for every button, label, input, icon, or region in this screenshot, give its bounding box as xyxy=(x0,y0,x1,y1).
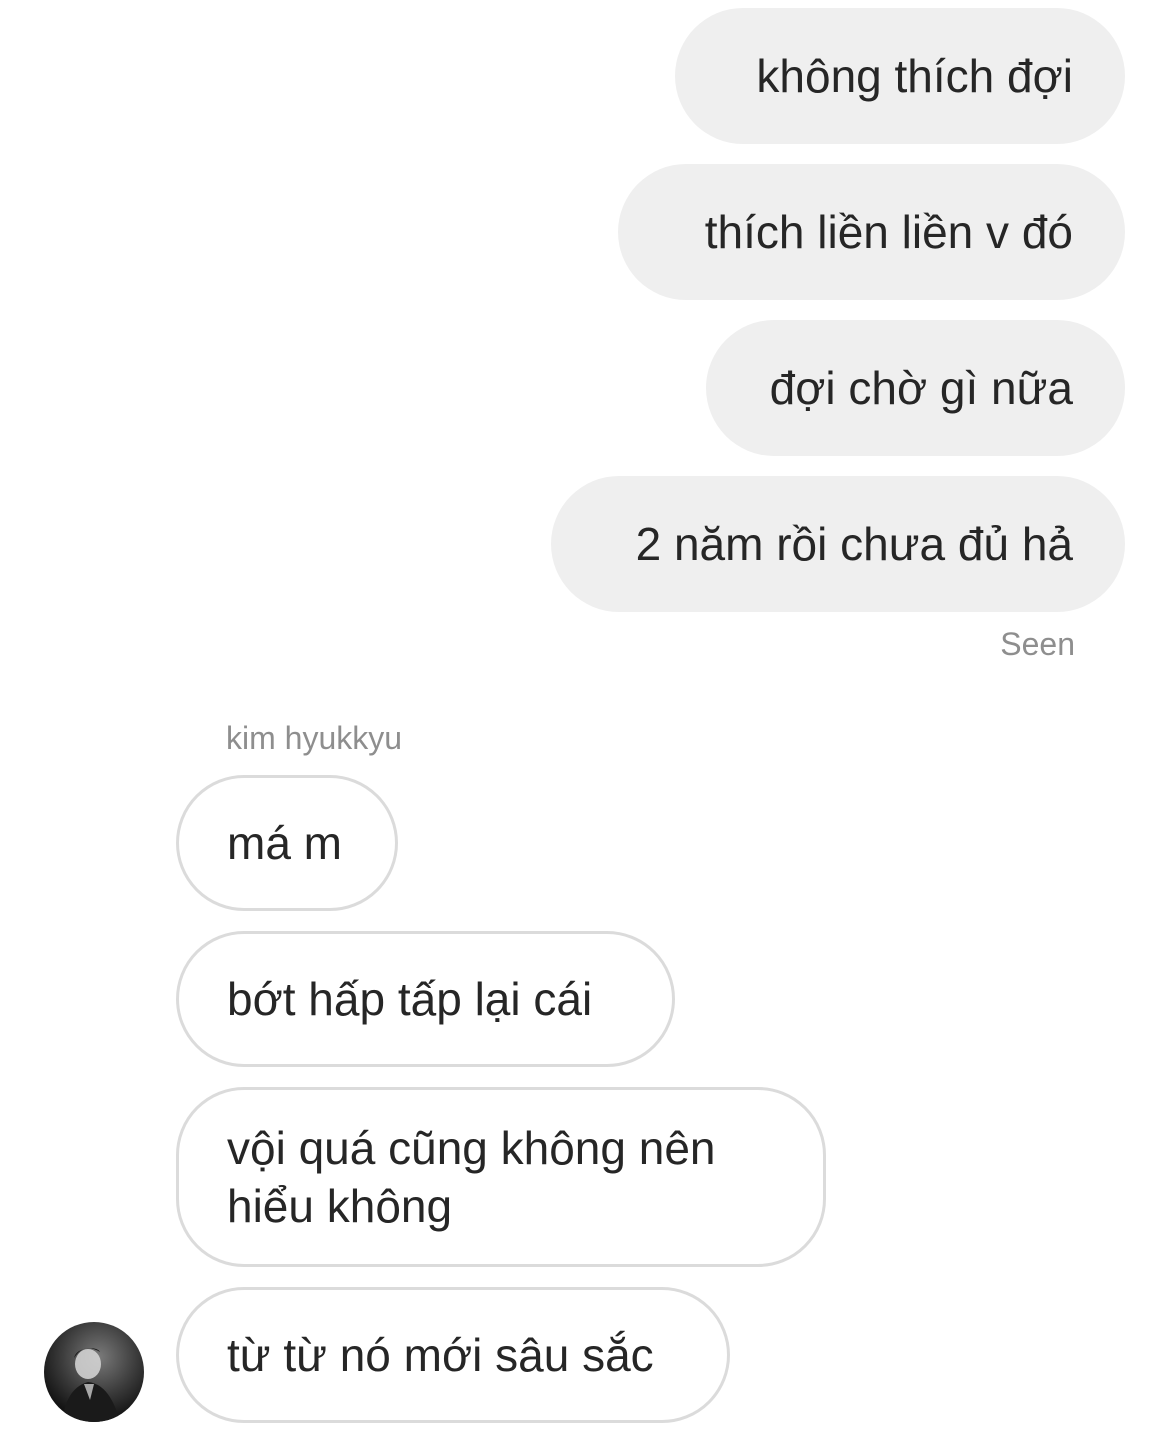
received-message-bubble[interactable]: bớt hấp tấp lại cái xyxy=(176,931,675,1067)
person-photo-icon xyxy=(62,1348,120,1422)
seen-status: Seen xyxy=(1000,626,1075,662)
received-message-bubble[interactable]: từ từ nó mới sâu sắc xyxy=(176,1287,730,1423)
received-message-bubble[interactable]: vội quá cũng không nên hiểu không xyxy=(176,1087,826,1267)
message-text: bớt hấp tấp lại cái xyxy=(227,973,593,1025)
sender-name: kim hyukkyu xyxy=(226,720,403,756)
message-text: 2 năm rồi chưa đủ hả xyxy=(635,518,1073,570)
sent-message-bubble[interactable]: thích liền liền v đó xyxy=(618,164,1125,300)
message-text: thích liền liền v đó xyxy=(704,206,1073,258)
sent-message-bubble[interactable]: 2 năm rồi chưa đủ hả xyxy=(551,476,1125,612)
message-text: má m xyxy=(227,817,342,869)
message-text: đợi chờ gì nữa xyxy=(769,362,1073,414)
received-message-bubble[interactable]: má m xyxy=(176,775,398,911)
sent-message-bubble[interactable]: không thích đợi xyxy=(675,8,1125,144)
sent-message-bubble[interactable]: đợi chờ gì nữa xyxy=(706,320,1125,456)
avatar[interactable] xyxy=(44,1322,144,1422)
message-text: từ từ nó mới sâu sắc xyxy=(227,1329,654,1381)
message-text: vội quá cũng không nên hiểu không xyxy=(227,1122,716,1232)
message-text: không thích đợi xyxy=(756,50,1073,102)
